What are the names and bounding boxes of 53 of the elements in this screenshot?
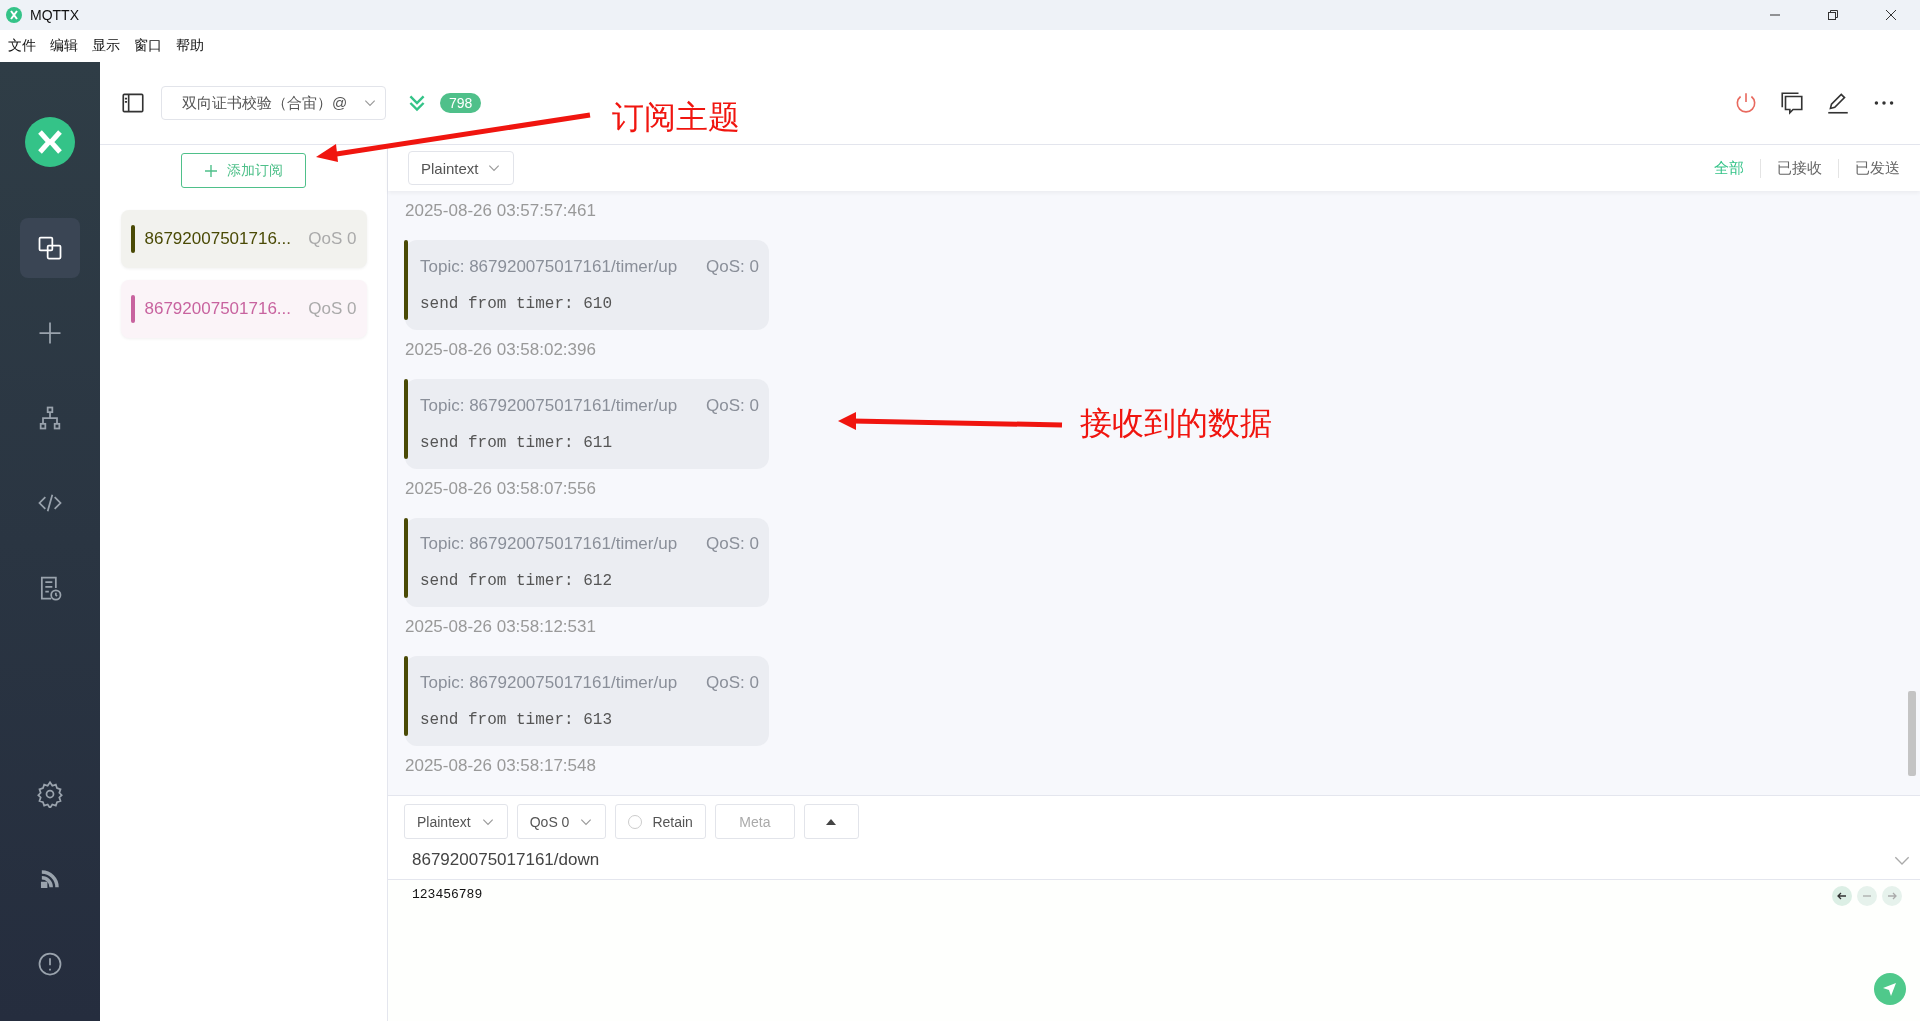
annotation-label: 订阅主题 xyxy=(612,98,740,137)
message-payload: send from timer: 613 xyxy=(420,711,614,730)
message-payload: send from timer: 612 xyxy=(420,572,614,591)
message-qos: QoS: 0 xyxy=(706,673,759,694)
subscription-qos: QoS 0 xyxy=(308,229,357,249)
settings-icon[interactable] xyxy=(36,780,64,808)
subscription-topic: 86792007501716... xyxy=(144,229,292,249)
message-topic: Topic: 867920075017161/timer/up xyxy=(420,256,678,277)
message-qos: QoS: 0 xyxy=(706,256,759,277)
subscription-item[interactable]: 86792007501716... QoS 0 xyxy=(120,210,367,268)
caret-up-icon xyxy=(826,818,837,825)
restore-icon[interactable] xyxy=(1827,9,1839,21)
subscription-topic: 86792007501716... xyxy=(144,299,292,319)
menu-item[interactable]: 文件 xyxy=(8,37,36,55)
app-logo-icon xyxy=(25,117,75,167)
arrow-left-icon[interactable] xyxy=(1832,886,1852,906)
menu-item[interactable]: 帮助 xyxy=(176,37,204,55)
payload-format-select[interactable]: Plaintext xyxy=(404,804,508,839)
message-qos: QoS: 0 xyxy=(706,534,759,555)
plus-icon xyxy=(204,164,217,177)
qos-select[interactable]: QoS 0 xyxy=(516,804,607,839)
filter-tab[interactable]: 已发送 xyxy=(1838,158,1900,178)
payload-editor[interactable]: 123456789 xyxy=(412,887,483,902)
connections-icon[interactable] xyxy=(36,234,64,262)
info-icon[interactable] xyxy=(36,950,64,978)
message-topic: Topic: 867920075017161/timer/up xyxy=(420,534,678,555)
connection-select[interactable]: 双向证书校验（合宙）@ xyxy=(161,86,386,120)
message-topic: Topic: 867920075017161/timer/up xyxy=(420,395,678,416)
message-qos: QoS: 0 xyxy=(706,395,759,416)
edit-icon[interactable] xyxy=(1825,90,1851,116)
message-count-badge: 798 xyxy=(440,93,482,113)
window-title: MQTTX xyxy=(30,7,79,23)
message-time: 2025-08-26 03:58:12:531 xyxy=(405,617,596,639)
close-icon[interactable] xyxy=(1885,9,1897,21)
message-topic: Topic: 867920075017161/timer/up xyxy=(420,673,678,694)
topic-input[interactable]: 867920075017161/down xyxy=(412,850,600,870)
message-payload: send from timer: 610 xyxy=(420,294,614,313)
chat-icon[interactable] xyxy=(1779,90,1805,116)
message-time: 2025-08-26 03:57:57:461 xyxy=(405,201,596,222)
filter-tab[interactable]: 已接收 xyxy=(1760,158,1838,178)
menu-item[interactable]: 窗口 xyxy=(134,37,162,55)
app-logo-icon xyxy=(6,7,22,23)
menu-item[interactable]: 显示 xyxy=(92,37,120,55)
sidebar-item[interactable] xyxy=(20,218,80,278)
message-time: 2025-08-26 03:58:17:548 xyxy=(405,756,596,777)
message-payload: send from timer: 611 xyxy=(420,433,614,452)
annotation-label: 接收到的数据 xyxy=(1080,404,1272,443)
menu-item[interactable]: 编辑 xyxy=(50,37,78,55)
subscription-qos: QoS 0 xyxy=(308,299,357,319)
message-time: 2025-08-26 03:58:07:556 xyxy=(405,478,596,500)
retain-toggle[interactable]: Retain xyxy=(615,804,706,839)
format-select[interactable]: Plaintext xyxy=(408,151,514,185)
message-time: 2025-08-26 03:58:02:396 xyxy=(405,339,596,361)
